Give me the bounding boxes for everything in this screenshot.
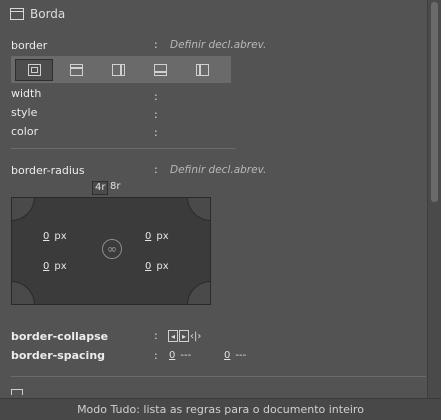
style-colon: : [154,108,158,121]
divider [11,148,236,149]
style-row: style [11,104,37,120]
width-label: width [11,86,42,100]
radius-top-left-field[interactable]: 0 px [43,231,67,242]
radius-bottom-left-value: 0 [43,261,50,272]
border-collapse-label: border-collapse [11,329,109,343]
status-bar: Modo Tudo: lista as regras para o docume… [0,398,441,420]
radius-top-right-value: 0 [145,231,152,242]
radius-mode-8r-button[interactable]: 8r [110,181,120,192]
next-section-icon[interactable] [11,389,23,395]
section-title: Borda [30,7,66,21]
border-collapse-row: border-collapse [11,328,108,344]
collapse-icon[interactable]: ◂ [168,330,178,342]
tab-border-top[interactable] [57,59,95,81]
border-shorthand-field[interactable]: Definir decl.abrev. [170,39,266,51]
border-row: border [11,37,47,53]
border-right-icon [111,63,125,76]
border-spacing-horizontal-value: 0 [169,350,176,361]
scrollbar-thumb[interactable] [431,2,438,202]
separate-icon[interactable]: ▸ [179,330,189,342]
border-side-tabs [11,56,231,83]
color-label: color [11,124,39,138]
tab-border-bottom[interactable] [141,59,179,81]
tab-border-right[interactable] [99,59,137,81]
color-row: color [11,123,38,139]
radius-bottom-right-field[interactable]: 0 px [145,261,169,272]
width-colon: : [154,90,158,103]
section-header-borda[interactable]: Borda [10,7,65,21]
border-radius-colon: : [154,163,158,176]
border-spacing-horizontal-field[interactable]: 0 --- [169,350,191,361]
radius-top-left-value: 0 [43,231,50,242]
style-label: style [11,105,38,119]
border-radius-row: border-radius [11,162,85,178]
css-properties-panel: Borda border : Definir decl.abrev. width… [0,0,428,398]
link-radius-icon[interactable]: ∞ [102,239,122,259]
border-label: border [11,38,48,52]
spacing-toggle-icon[interactable]: ‹|› [190,330,201,342]
width-row: width [11,85,41,101]
border-bottom-icon [153,63,167,76]
border-collapse-colon: : [154,329,158,342]
radius-top-right-field[interactable]: 0 px [145,231,169,242]
border-spacing-row: border-spacing [11,347,105,363]
border-radius-shorthand-field[interactable]: Definir decl.abrev. [170,164,266,176]
corner-top-right-handle[interactable] [187,197,211,221]
all-borders-icon [27,63,41,76]
vertical-scrollbar[interactable] [427,0,441,398]
tab-border-left[interactable] [183,59,221,81]
border-spacing-vertical-value: 0 [224,350,231,361]
border-radius-label: border-radius [11,163,85,177]
corner-bottom-right-handle[interactable] [187,281,211,305]
radius-bottom-left-field[interactable]: 0 px [43,261,67,272]
corner-bottom-left-handle[interactable] [11,281,35,305]
corner-top-left-handle[interactable] [11,197,35,221]
radius-mode-4r-button[interactable]: 4r [92,181,109,195]
border-spacing-horizontal-unit: --- [180,350,192,361]
border-colon: : [154,38,158,51]
status-bar-text: Modo Tudo: lista as regras para o docume… [77,403,364,416]
radius-bottom-right-unit: px [156,261,169,272]
border-left-icon [195,63,209,76]
border-panel-icon [10,8,24,20]
radius-bottom-left-unit: px [54,261,67,272]
radius-top-left-unit: px [54,231,67,242]
border-spacing-label: border-spacing [11,348,106,362]
border-radius-editor: 0 px 0 px 0 px 0 px ∞ [11,197,211,305]
radius-bottom-right-value: 0 [145,261,152,272]
tab-all-borders[interactable] [15,58,53,81]
border-top-icon [69,63,83,76]
divider [11,376,426,377]
border-spacing-vertical-unit: --- [235,350,247,361]
border-spacing-vertical-field[interactable]: 0 --- [224,350,246,361]
border-spacing-colon: : [154,349,158,362]
radius-top-right-unit: px [156,231,169,242]
border-collapse-buttons: ◂ ▸ ‹|› [168,330,201,342]
color-colon: : [154,126,158,139]
